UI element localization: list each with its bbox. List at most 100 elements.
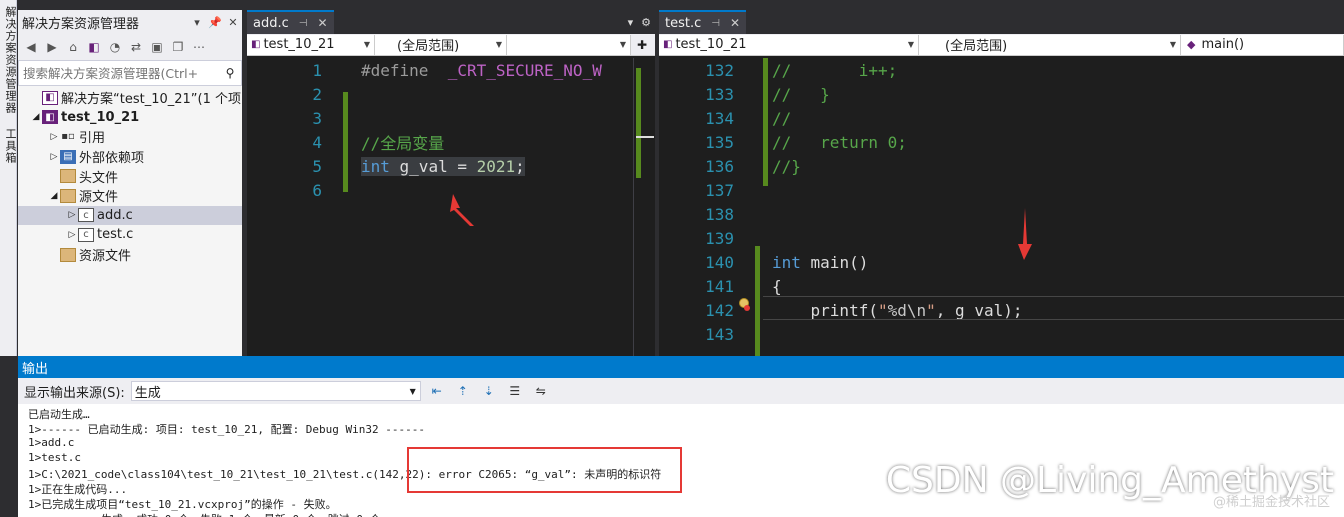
line-number: 1 (312, 60, 322, 80)
settings-gear-icon[interactable]: ⚙ (637, 10, 655, 34)
navigation-bar-left: ◧ test_10_21 ▼ (全局范围) ▼ ▼ ✚ (247, 34, 655, 56)
expand-arrow-icon[interactable]: ▷ (48, 132, 60, 142)
line-number: 3 (312, 108, 322, 128)
tree-item[interactable]: 头文件 (18, 166, 242, 186)
solution-icon: ◧ (42, 90, 58, 105)
previous-message-icon[interactable]: ⇡ (453, 382, 473, 400)
code-line[interactable]: 136 //} (659, 154, 1344, 178)
word-wrap-icon[interactable]: ⇋ (531, 382, 551, 400)
tree-item[interactable]: ◢ 源文件 (18, 186, 242, 206)
tab-strip-left: add.c ⊣ ✕ ▾ ⚙ (247, 10, 655, 34)
code-line[interactable]: 141 { (659, 274, 1344, 298)
code-line[interactable]: 133 // } (659, 82, 1344, 106)
code-line[interactable]: 140 int main() (659, 250, 1344, 274)
change-margin-right (763, 58, 768, 186)
properties-icon[interactable]: ⋯ (190, 38, 208, 56)
output-line: 1>------ 已启动生成: 项目: test_10_21, 配置: Debu… (28, 423, 426, 436)
code-line[interactable]: 135 // return 0; (659, 130, 1344, 154)
output-source-dropdown[interactable]: 生成 ▼ (130, 381, 421, 401)
project-dropdown-value: test_10_21 (263, 37, 335, 52)
forward-icon[interactable]: ▶ (43, 38, 61, 56)
expand-arrow-icon[interactable]: ▷ (48, 152, 60, 162)
close-icon[interactable]: ✕ (224, 16, 242, 29)
search-input[interactable] (19, 62, 219, 84)
code-text: #define _CRT_SECURE_NO_W (361, 60, 602, 80)
expand-arrow-icon[interactable]: ▷ (66, 210, 78, 220)
collapse-arrow-icon[interactable]: ◢ (30, 112, 42, 122)
solution-explorer-titlebar: 解决方案资源管理器 ▾ 📌 ✕ (18, 10, 242, 34)
tree-item[interactable]: ▷ c test.c (18, 225, 242, 245)
tree-item[interactable]: ▷ ▪▫ 引用 (18, 127, 242, 147)
code-line[interactable]: 132 // i++; (659, 58, 1344, 82)
tree-item[interactable]: 资源文件 (18, 245, 242, 265)
member-dropdown[interactable]: ▼ (507, 34, 631, 55)
show-all-files-icon[interactable]: ❐ (169, 38, 187, 56)
annotation-arrow-left (450, 194, 474, 226)
change-margin-left (343, 92, 348, 192)
vs-switch-view-icon[interactable]: ◧ (85, 38, 103, 56)
collapse-arrow-icon[interactable]: ◢ (48, 191, 60, 201)
history-icon[interactable]: ◔ (106, 38, 124, 56)
tab-add-c[interactable]: add.c ⊣ ✕ (247, 10, 334, 34)
output-source-label: 显示输出来源(S): (24, 385, 125, 401)
close-icon[interactable]: ✕ (317, 16, 327, 30)
code-line[interactable]: 2 (247, 82, 655, 106)
scrollbar-thumb-marker[interactable] (636, 136, 654, 138)
line-number: 135 (705, 132, 734, 152)
output-source-value: 生成 (134, 385, 161, 401)
left-tool-strip[interactable]: 解决方案资源管理器 工具箱 (0, 0, 17, 356)
code-line[interactable]: 143 (659, 322, 1344, 346)
vertical-scrollbar-left[interactable] (633, 58, 655, 356)
scope-dropdown[interactable]: (全局范围) ▼ (919, 34, 1181, 55)
pin-icon[interactable]: ⊣ (711, 18, 720, 29)
code-line[interactable]: 3 (247, 106, 655, 130)
tab-list-dropdown-icon[interactable]: ▾ (624, 10, 638, 34)
function-dropdown-value: main() (1201, 37, 1245, 52)
code-text: // } (772, 84, 830, 104)
clear-all-icon[interactable]: ☰ (505, 382, 525, 400)
next-message-icon[interactable]: ⇣ (479, 382, 499, 400)
project-dropdown[interactable]: ◧ test_10_21 ▼ (247, 34, 375, 55)
solution-explorer-search: ⚲ (18, 60, 242, 86)
tree-item[interactable]: ▷ ▤ 外部依赖项 (18, 147, 242, 167)
dropdown-icon[interactable]: ▾ (188, 16, 206, 29)
scope-dropdown[interactable]: (全局范围) ▼ (375, 34, 507, 55)
chevron-down-icon: ▼ (409, 386, 416, 396)
code-line[interactable]: 134 // (659, 106, 1344, 130)
close-icon[interactable]: ✕ (730, 16, 740, 30)
folder-icon (60, 188, 76, 203)
code-line[interactable]: 1 #define _CRT_SECURE_NO_W (247, 58, 655, 82)
pin-icon[interactable]: 📌 (206, 16, 224, 29)
tree-item-label: test.c (97, 227, 134, 243)
output-line: ========== 生成: 成功 0 个，失败 1 个，最新 0 个，跳过 0… (28, 511, 1344, 517)
folder-icon (60, 169, 76, 184)
find-message-in-code-icon[interactable]: ⇤ (427, 382, 447, 400)
c-file-icon: c (78, 208, 94, 223)
tree-item[interactable]: ▷ c add.c (18, 205, 242, 226)
solution-explorer-vertical-tab[interactable]: 解决方案资源管理器 (2, 6, 18, 114)
sync-icon[interactable]: ⇄ (127, 38, 145, 56)
code-text: int g_val = 2021; (361, 156, 525, 176)
tree-item[interactable]: ◧ 解决方案“test_10_21”(1 个项 (18, 88, 242, 108)
code-line[interactable]: 139 (659, 226, 1344, 250)
home-icon[interactable]: ⌂ (64, 38, 82, 56)
collapse-all-icon[interactable]: ▣ (148, 38, 166, 56)
code-line[interactable]: 5 int g_val = 2021; (247, 154, 655, 178)
line-number: 139 (705, 228, 734, 248)
tree-item[interactable]: ◢ ◧ test_10_21 (18, 108, 242, 128)
function-dropdown[interactable]: ◆ main() (1181, 34, 1344, 55)
navigation-bar-right: ◧ test_10_21 ▼ (全局范围) ▼ ◆ main() (659, 34, 1344, 56)
toolbox-vertical-tab[interactable]: 工具箱 (2, 128, 18, 164)
search-icon[interactable]: ⚲ (219, 66, 241, 80)
code-line[interactable]: 4 //全局变量 (247, 130, 655, 154)
back-icon[interactable]: ◀ (22, 38, 40, 56)
code-text: { (772, 276, 782, 296)
code-line[interactable]: 137 (659, 178, 1344, 202)
project-dropdown[interactable]: ◧ test_10_21 ▼ (659, 34, 919, 55)
split-view-icon[interactable]: ✚ (631, 38, 653, 52)
tab-test-c[interactable]: test.c ⊣ ✕ (659, 10, 747, 34)
pin-icon[interactable]: ⊣ (299, 18, 308, 29)
code-line[interactable]: 138 (659, 202, 1344, 226)
chevron-down-icon: ▼ (495, 40, 502, 49)
expand-arrow-icon[interactable]: ▷ (66, 230, 78, 240)
